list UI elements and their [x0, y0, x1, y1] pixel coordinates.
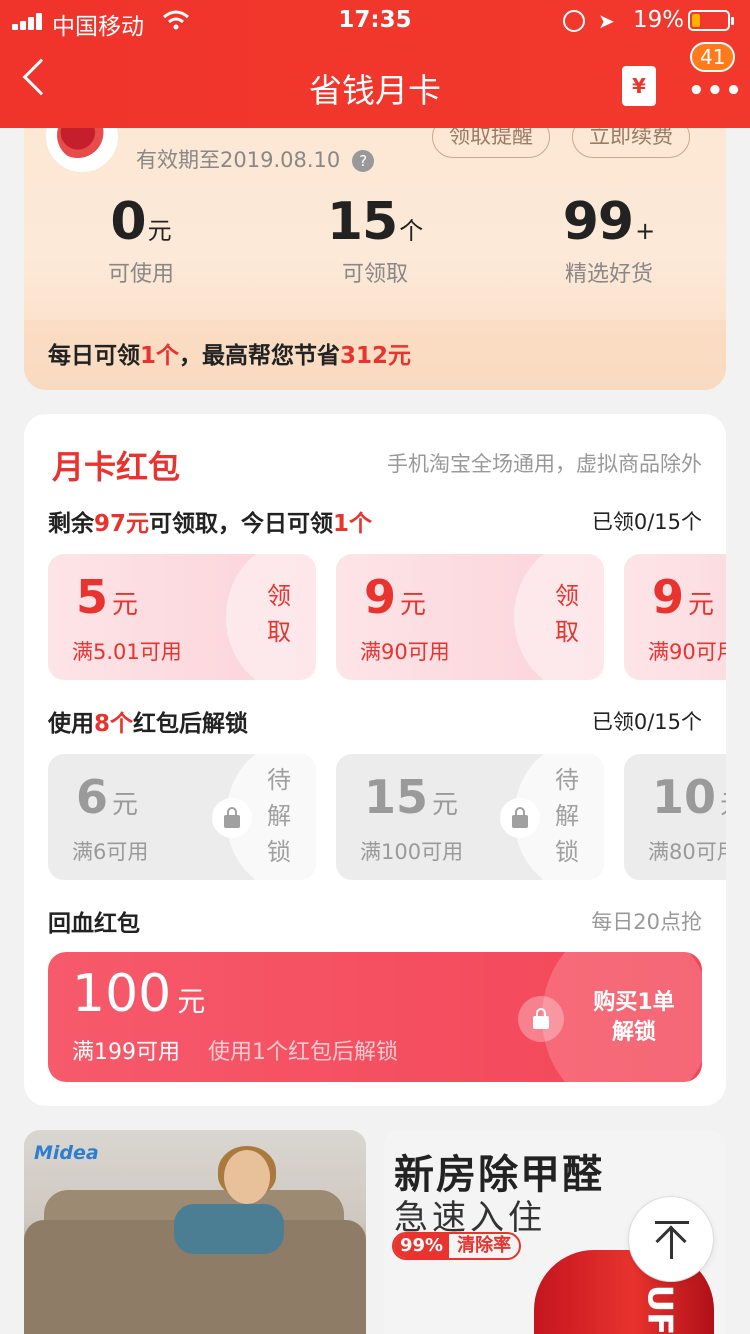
rebate-title: 回血红包 — [48, 911, 140, 937]
remaining-summary: 剩余97元可领取，今日可领1个 — [48, 511, 373, 537]
promo-tag: 99% 清除率 — [392, 1232, 522, 1260]
app-header: 中国移动 17:35 ➤ 19% 省钱月卡 ¥ ••• 41 — [0, 0, 750, 128]
lock-icon — [500, 798, 540, 838]
back-to-top-button[interactable] — [628, 1196, 714, 1282]
coupon-condition: 满6可用 — [72, 840, 149, 864]
claim-button[interactable]: 领取 — [552, 578, 582, 650]
coupon-amount: 15 元 — [364, 770, 459, 824]
stat-selected-goods[interactable]: 99+ 精选好货 — [492, 192, 726, 288]
daily-savings-banner: 每日可领1个，最高帮您节省312元 — [24, 320, 726, 390]
battery-percent: 19% — [633, 7, 685, 33]
stat-label: 精选好货 — [564, 262, 653, 287]
stat-claimable[interactable]: 15个 可领取 — [258, 192, 492, 288]
rebate-note: 每日20点抢 — [591, 910, 702, 934]
promo-banner-midea[interactable]: Midea — [24, 1130, 366, 1334]
buy-to-unlock-button[interactable]: 购买1单 解锁 — [584, 988, 684, 1048]
nav-bar: 省钱月卡 ¥ ••• 41 — [0, 42, 750, 128]
promo-photo — [164, 1146, 284, 1260]
coupon-amount: 10元 — [652, 770, 726, 824]
rebate-coupon-card[interactable]: 100 元 满199可用 使用1个红包后解锁 购买1单 解锁 — [48, 952, 702, 1082]
coupon-card[interactable]: 5元 满5.01可用 领取 — [48, 554, 316, 680]
brand-logo: Midea — [34, 1142, 99, 1164]
locked-coupon-card: 15 元 满100可用 待解锁 — [336, 754, 604, 880]
coupon-condition: 满80可用 — [648, 840, 726, 864]
claim-button[interactable]: 领取 — [264, 578, 294, 650]
stat-value: 15 — [326, 192, 398, 252]
unlock-summary: 使用8个红包后解锁 — [48, 711, 249, 737]
coupon-ticket-icon[interactable]: ¥ — [622, 66, 656, 106]
stat-unit: 元 — [147, 217, 172, 245]
claimed-count: 已领0/15个 — [591, 510, 702, 534]
coupon-amount: 9元 — [364, 570, 427, 624]
lock-icon — [518, 996, 564, 1042]
locked-label: 待解锁 — [267, 766, 291, 866]
help-icon[interactable]: ? — [352, 150, 375, 172]
locked-label: 待解锁 — [555, 766, 579, 866]
stat-label: 可领取 — [341, 262, 408, 287]
coupon-condition: 满90可用 — [360, 640, 450, 664]
section-title: 月卡红包 — [52, 448, 181, 486]
stat-label: 可使用 — [107, 262, 174, 287]
notification-badge: 41 — [690, 42, 736, 72]
monthly-card-section: 月卡红包 手机淘宝全场通用，虚拟商品除外 剩余97元可领取，今日可领1个 已领0… — [24, 414, 726, 1106]
coupon-amount: 5元 — [76, 570, 139, 624]
unlock-hint: 使用1个红包后解锁 — [208, 1040, 398, 1065]
coupon-amount: 100 元 — [72, 964, 206, 1024]
coupon-condition: 满199可用 — [72, 1040, 180, 1065]
battery-icon — [688, 10, 734, 31]
more-icon[interactable]: ••• — [688, 76, 744, 106]
stat-value: 99 — [562, 192, 634, 252]
coupon-condition: 满5.01可用 — [72, 640, 182, 664]
coupon-card[interactable]: 9元 满90可用 领取 — [624, 554, 726, 680]
lock-icon — [212, 798, 252, 838]
status-bar: 中国移动 17:35 ➤ 19% — [0, 0, 750, 40]
stat-value: 0 — [110, 192, 146, 252]
validity-text: 有效期至2019.08.10? — [136, 144, 375, 174]
coupon-amount: 9元 — [652, 570, 715, 624]
location-icon: ➤ — [598, 9, 615, 33]
locked-coupon-card: 10元 满80可用 — [624, 754, 726, 880]
claimed-count: 已领0/15个 — [591, 710, 702, 734]
stat-available[interactable]: 0元 可使用 — [24, 192, 258, 288]
stat-unit: + — [635, 217, 656, 245]
coupon-amount: 6元 — [76, 770, 139, 824]
coupon-condition: 满100可用 — [360, 840, 464, 864]
locked-coupon-card: 6元 满6可用 待解锁 — [48, 754, 316, 880]
section-note: 手机淘宝全场通用，虚拟商品除外 — [387, 452, 702, 476]
coupon-card[interactable]: 9元 满90可用 领取 — [336, 554, 604, 680]
stat-unit: 个 — [399, 217, 424, 245]
membership-card: 有效期至2019.08.10? 领取提醒 立即续费 0元 可使用 15个 可领取… — [24, 96, 726, 390]
coupon-condition: 满90可用 — [648, 640, 726, 664]
rotation-lock-icon — [563, 10, 585, 32]
